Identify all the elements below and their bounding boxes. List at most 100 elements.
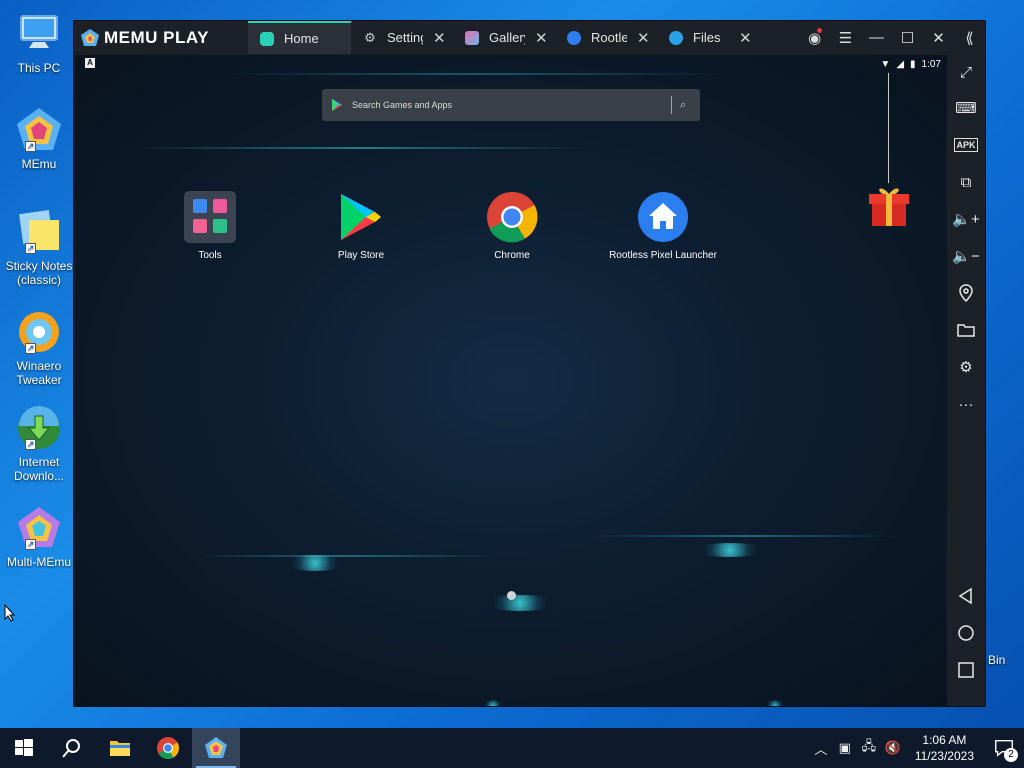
collapse-sidebar-button[interactable]: ⟪ (954, 21, 985, 54)
settings-icon: ⚙ (959, 359, 973, 376)
taskbar-file-explorer[interactable] (96, 728, 144, 768)
gift-icon[interactable] (865, 180, 913, 228)
more-button[interactable]: ··· (947, 389, 985, 419)
search-divider (671, 96, 672, 114)
tab-label: Home (284, 31, 319, 46)
android-back-button[interactable] (947, 581, 985, 611)
app-play-store[interactable]: Play Store (306, 191, 416, 261)
android-statusbar: ▼ ◢ ▮ 1:07 (880, 57, 941, 71)
minimize-button[interactable]: — (861, 21, 892, 54)
battery-icon: ▮ (910, 58, 916, 70)
tray-app-icon[interactable]: ▣ (833, 728, 857, 768)
tab-rootless[interactable]: Rootles ✕ (555, 21, 657, 54)
keyboard-mapping-button[interactable]: ⌨ (947, 93, 985, 123)
desktop-icon-sticky-notes[interactable]: ↗ Sticky Notes (classic) (2, 208, 76, 287)
settings-button[interactable]: ⚙ (947, 352, 985, 382)
back-icon (958, 587, 972, 605)
fullscreen-button[interactable]: ⤢ (947, 57, 985, 87)
location-button[interactable] (947, 278, 985, 308)
fullscreen-icon: ⤢ (959, 63, 972, 81)
decorative-glow (695, 543, 765, 557)
desktop-icon-label: Sticky Notes (classic) (5, 259, 73, 287)
notification-a-icon: A (85, 58, 95, 68)
internet-download-manager-icon: ↗ (15, 404, 63, 452)
memu-icon (205, 737, 227, 758)
clock-date: 11/23/2023 (914, 749, 974, 763)
tab-gallery[interactable]: Gallery ✕ (453, 21, 555, 54)
search-icon (62, 739, 80, 758)
decorative-glow (765, 700, 785, 706)
desktop-icon-label: Multi-MEmu (6, 555, 71, 569)
volume-down-button[interactable]: 🔈− (947, 241, 985, 271)
system-tray: ︿ ▣ 🖧 🔇 1:06 AM 11/23/2023 2 (809, 728, 1024, 768)
memu-icon: ↗ (15, 106, 63, 154)
search-button[interactable] (48, 728, 96, 768)
signal-icon: ◢ (896, 58, 905, 70)
taskbar: ︿ ▣ 🖧 🔇 1:06 AM 11/23/2023 2 (0, 728, 1024, 768)
app-tools[interactable]: Tools (155, 191, 265, 261)
desktop-icon-idm[interactable]: ↗ Internet Downlo... (2, 404, 76, 483)
recycle-bin-label[interactable]: Bin (988, 653, 1005, 667)
minimize-icon: — (869, 29, 884, 46)
network-icon: 🖧 (861, 738, 877, 753)
volume-down-icon: 🔈− (952, 248, 980, 265)
desktop-icon-winaero[interactable]: ↗ Winaero Tweaker (2, 308, 76, 387)
tray-app-icon: ▣ (838, 740, 851, 755)
close-button[interactable]: ✕ (923, 21, 954, 54)
network-button[interactable]: 🖧 (857, 728, 881, 768)
gallery-icon (465, 30, 479, 45)
memu-sidebar: ⤢ ⌨ APK ⧉ 🔈+ 🔈− ⚙ ··· (947, 55, 985, 706)
sticky-notes-icon: ↗ (15, 208, 63, 256)
decorative-line (135, 147, 585, 149)
apk-install-button[interactable]: APK (947, 130, 985, 160)
hamburger-icon: ☰ (838, 29, 853, 47)
winaero-tweaker-icon: ↗ (15, 308, 63, 356)
search-input[interactable] (352, 100, 663, 110)
maximize-button[interactable]: ☐ (892, 21, 923, 54)
app-label: Tools (198, 250, 222, 261)
volume-button[interactable]: 🔇 (881, 728, 905, 768)
account-button[interactable]: ◉ (799, 21, 830, 54)
close-tab-icon[interactable]: ✕ (637, 29, 650, 47)
taskbar-clock[interactable]: 1:06 AM 11/23/2023 (905, 732, 984, 764)
desktop-icon-memu[interactable]: ↗ MEmu (2, 106, 76, 171)
close-tab-icon[interactable]: ✕ (433, 29, 446, 47)
shared-folder-button[interactable] (947, 315, 985, 345)
multi-window-button[interactable]: ⧉ (947, 167, 985, 197)
computer-icon (15, 10, 63, 58)
rootless-launcher-icon (567, 30, 581, 45)
android-screen: A ▼ ◢ ▮ 1:07 ⌕ Tools Play Store (75, 55, 947, 706)
decorative-glow (483, 700, 503, 706)
android-home-button[interactable] (947, 618, 985, 648)
taskbar-memu[interactable] (192, 728, 240, 768)
menu-button[interactable]: ☰ (830, 21, 861, 54)
start-button[interactable] (0, 728, 48, 768)
tab-files[interactable]: Files ✕ (657, 21, 759, 54)
taskbar-chrome[interactable] (144, 728, 192, 768)
show-hidden-icons-button[interactable]: ︿ (809, 728, 833, 768)
tab-home[interactable]: Home (248, 21, 351, 54)
chevron-up-icon: ︿ (814, 741, 828, 757)
search-icon[interactable]: ⌕ (680, 99, 692, 111)
tab-setting[interactable]: ⚙ Setting ✕ (351, 21, 453, 54)
search-bar[interactable]: ⌕ (322, 89, 700, 121)
app-chrome[interactable]: Chrome (457, 191, 567, 261)
action-center-button[interactable]: 2 (984, 728, 1024, 768)
notification-dot (817, 28, 822, 33)
recents-icon (958, 662, 974, 678)
android-recents-button[interactable] (947, 655, 985, 685)
close-tab-icon[interactable]: ✕ (535, 29, 548, 47)
tab-label: Rootles (591, 30, 627, 45)
close-tab-icon[interactable]: ✕ (739, 29, 752, 47)
shortcut-arrow-icon: ↗ (25, 439, 36, 450)
volume-up-button[interactable]: 🔈+ (947, 204, 985, 234)
desktop-icon-multi-memu[interactable]: ↗ Multi-MEmu (2, 504, 76, 569)
home-app-icon (260, 31, 274, 46)
desktop-icon-this-pc[interactable]: This PC (2, 10, 76, 75)
page-indicator (507, 591, 516, 600)
desktop-icon-label: Winaero Tweaker (16, 359, 62, 387)
app-rootless-pixel-launcher[interactable]: Rootless Pixel Launcher (603, 191, 723, 261)
gift-string (888, 73, 889, 183)
memu-brand-text: MEMU PLAY (104, 27, 209, 47)
decorative-glow (485, 595, 555, 611)
